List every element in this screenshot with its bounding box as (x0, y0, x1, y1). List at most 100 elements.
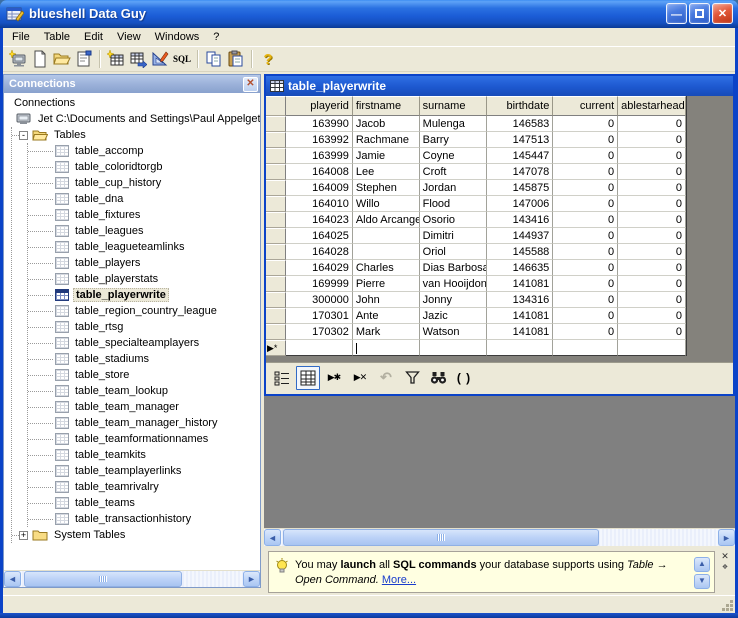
scroll-right-icon[interactable]: ► (718, 529, 735, 546)
tree-item-table[interactable]: table_teamkits (28, 447, 260, 463)
sql-icon[interactable]: SQL (171, 48, 193, 70)
row-selector[interactable] (266, 308, 286, 324)
row-selector-header[interactable] (266, 96, 286, 116)
row-selector[interactable] (266, 244, 286, 260)
tree-item-table[interactable]: table_playerstats (28, 271, 260, 287)
properties-icon[interactable] (73, 48, 95, 70)
tree-item-system-tables-folder[interactable]: System Tables (12, 527, 260, 543)
tree-item-table[interactable]: table_leagues (28, 223, 260, 239)
insert-record-icon[interactable]: ▶✱ (322, 366, 346, 390)
table-row: 163999JamieCoyne14544700 (266, 148, 686, 164)
tree-item-table[interactable]: table_store (28, 367, 260, 383)
mdi-horizontal-scrollbar[interactable]: ◄ ► (264, 528, 735, 546)
tree-item-table[interactable]: table_coloridtorgb (28, 159, 260, 175)
child-window-title-bar[interactable]: table_playerwrite (266, 76, 733, 96)
tree-item-jet-connection[interactable]: Jet C:\Documents and Settings\Paul Appel… (4, 111, 260, 127)
form-view-icon[interactable] (270, 366, 294, 390)
row-selector[interactable] (266, 212, 286, 228)
scroll-right-icon[interactable]: ► (243, 571, 260, 587)
column-header[interactable]: current (553, 96, 618, 116)
tree-item-table[interactable]: table_transactionhistory (28, 511, 260, 527)
refresh-icon[interactable]: ( ) (452, 366, 476, 390)
resize-grip[interactable] (721, 599, 734, 612)
tree-item-table[interactable]: table_team_manager (28, 399, 260, 415)
tip-close-icon[interactable]: ✕ (721, 552, 729, 561)
minimize-button[interactable]: — (666, 3, 687, 24)
tree-item-table-selected[interactable]: table_playerwrite (28, 287, 260, 303)
tree-item-table[interactable]: table_teamrivalry (28, 479, 260, 495)
menu-help[interactable]: ? (206, 29, 226, 45)
column-header[interactable]: ablestarhead (618, 96, 686, 116)
menu-table[interactable]: Table (37, 29, 77, 45)
row-selector[interactable] (266, 196, 286, 212)
column-header[interactable]: birthdate (487, 96, 553, 116)
tip-more-link[interactable]: More... (382, 574, 416, 586)
row-selector[interactable] (266, 180, 286, 196)
tree-item-table[interactable]: table_players (28, 255, 260, 271)
menu-file[interactable]: File (5, 29, 37, 45)
tree-item-table[interactable]: table_team_manager_history (28, 415, 260, 431)
tree-item-table[interactable]: table_cup_history (28, 175, 260, 191)
tree-item-table[interactable]: table_teams (28, 495, 260, 511)
paste-icon[interactable] (225, 48, 247, 70)
tree-item-table[interactable]: table_fixtures (28, 207, 260, 223)
tree-item-table[interactable]: table_dna (28, 191, 260, 207)
tree-item-table[interactable]: table_specialteamplayers (28, 335, 260, 351)
new-record-marker[interactable]: ▶* (266, 340, 286, 356)
status-bar (3, 595, 735, 613)
help-icon[interactable]: ? (257, 48, 279, 70)
scrollbar-thumb[interactable] (283, 529, 599, 546)
delete-record-icon[interactable]: ▶✕ (348, 366, 372, 390)
scroll-left-icon[interactable]: ◄ (264, 529, 281, 546)
scrollbar-thumb[interactable] (24, 571, 182, 587)
tree-item-table[interactable]: table_stadiums (28, 351, 260, 367)
column-header[interactable]: playerid (286, 96, 353, 116)
row-selector[interactable] (266, 164, 286, 180)
tip-scroll-up-icon[interactable]: ▲ (694, 557, 710, 572)
copy-icon[interactable] (203, 48, 225, 70)
menu-view[interactable]: View (110, 29, 148, 45)
table-icon (55, 401, 69, 413)
row-selector[interactable] (266, 260, 286, 276)
title-bar[interactable]: blueshell Data Guy — ✕ (0, 0, 738, 28)
column-header[interactable]: firstname (353, 96, 420, 116)
grid-view-icon[interactable] (296, 366, 320, 390)
expand-expander-icon[interactable] (19, 531, 28, 540)
tree-item-table[interactable]: table_accomp (28, 143, 260, 159)
collapse-expander-icon[interactable] (19, 131, 28, 140)
menu-edit[interactable]: Edit (77, 29, 110, 45)
new-connection-icon[interactable] (7, 48, 29, 70)
tree-item-tables-folder[interactable]: Tables (12, 127, 260, 143)
filter-icon[interactable] (400, 366, 424, 390)
row-selector[interactable] (266, 292, 286, 308)
tree-item-table[interactable]: table_team_lookup (28, 383, 260, 399)
open-folder-icon[interactable] (51, 48, 73, 70)
tree-item-table[interactable]: table_rtsg (28, 319, 260, 335)
tree-item-table[interactable]: table_teamplayerlinks (28, 463, 260, 479)
tree-item-table[interactable]: table_teamformationnames (28, 431, 260, 447)
new-table-icon[interactable] (105, 48, 127, 70)
tip-dock-icon[interactable]: ❖ (722, 563, 728, 571)
row-selector[interactable] (266, 132, 286, 148)
tip-scroll-down-icon[interactable]: ▼ (694, 574, 710, 589)
row-selector[interactable] (266, 148, 286, 164)
menu-windows[interactable]: Windows (148, 29, 207, 45)
open-table-icon[interactable] (127, 48, 149, 70)
new-document-icon[interactable] (29, 48, 51, 70)
maximize-button[interactable] (689, 3, 710, 24)
tree-item-table[interactable]: table_region_country_league (28, 303, 260, 319)
tree-horizontal-scrollbar[interactable]: ◄ ► (4, 570, 260, 587)
row-selector[interactable] (266, 276, 286, 292)
row-selector[interactable] (266, 228, 286, 244)
table-design-icon[interactable] (149, 48, 171, 70)
scroll-left-icon[interactable]: ◄ (4, 571, 21, 587)
row-selector[interactable] (266, 116, 286, 132)
close-button[interactable]: ✕ (712, 3, 733, 24)
tree-item-table[interactable]: table_leagueteamlinks (28, 239, 260, 255)
panel-close-icon[interactable]: ✕ (243, 77, 258, 92)
tree-item-connections-root[interactable]: Connections (4, 95, 260, 111)
find-icon[interactable] (426, 366, 450, 390)
row-selector[interactable] (266, 324, 286, 340)
column-header[interactable]: surname (420, 96, 488, 116)
undo-icon[interactable]: ↶ (374, 366, 398, 390)
